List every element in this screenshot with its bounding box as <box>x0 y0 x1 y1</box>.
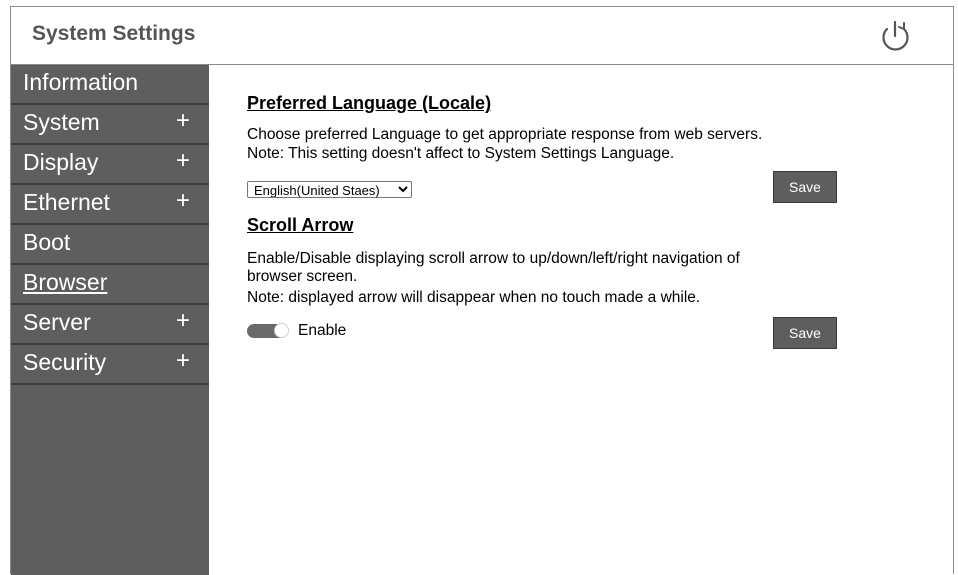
sidebar-item-system[interactable]: System + <box>11 105 209 145</box>
scroll-note: Note: displayed arrow will disappear whe… <box>247 289 701 306</box>
expand-plus-icon[interactable]: + <box>176 107 190 135</box>
sidebar-item-label: Information <box>23 69 139 95</box>
app-title: System Settings <box>32 22 196 45</box>
scroll-description-cont: browser screen. <box>247 268 358 285</box>
toggle-knob <box>274 323 289 338</box>
sidebar-item-display[interactable]: Display + <box>11 145 209 185</box>
sidebar-item-label: System <box>23 109 100 135</box>
scroll-section-title: Scroll Arrow <box>247 215 354 235</box>
sidebar-item-boot[interactable]: Boot <box>11 225 209 265</box>
settings-window: System Settings Information System + Dis… <box>10 6 954 575</box>
locale-section-title: Preferred Language (Locale) <box>247 93 492 113</box>
header-bar: System Settings <box>11 7 953 65</box>
language-select[interactable]: English(United Staes) <box>247 181 412 198</box>
sidebar: Information System + Display + Ethernet … <box>11 65 209 575</box>
power-icon[interactable] <box>877 19 913 55</box>
expand-plus-icon[interactable]: + <box>176 347 190 375</box>
locale-note: Note: This setting doesn't affect to Sys… <box>247 145 675 162</box>
sidebar-item-label: Security <box>23 349 107 375</box>
sidebar-item-label: Browser <box>23 269 108 295</box>
expand-plus-icon[interactable]: + <box>176 147 190 175</box>
sidebar-item-label: Ethernet <box>23 189 110 215</box>
sidebar-item-label: Display <box>23 149 99 175</box>
expand-plus-icon[interactable]: + <box>176 187 190 215</box>
expand-plus-icon[interactable]: + <box>176 307 190 335</box>
enable-toggle[interactable] <box>247 323 289 339</box>
sidebar-item-server[interactable]: Server + <box>11 305 209 345</box>
sidebar-item-information[interactable]: Information <box>11 65 209 105</box>
sidebar-item-label: Server <box>23 309 91 335</box>
scroll-save-button[interactable]: Save <box>773 317 837 349</box>
sidebar-item-label: Boot <box>23 229 71 255</box>
sidebar-item-ethernet[interactable]: Ethernet + <box>11 185 209 225</box>
sidebar-item-security[interactable]: Security + <box>11 345 209 385</box>
locale-description: Choose preferred Language to get appropr… <box>247 126 763 143</box>
scroll-description: Enable/Disable displaying scroll arrow t… <box>247 250 740 267</box>
locale-save-button[interactable]: Save <box>773 171 837 203</box>
sidebar-item-browser[interactable]: Browser <box>11 265 209 305</box>
toggle-label: Enable <box>298 322 347 339</box>
